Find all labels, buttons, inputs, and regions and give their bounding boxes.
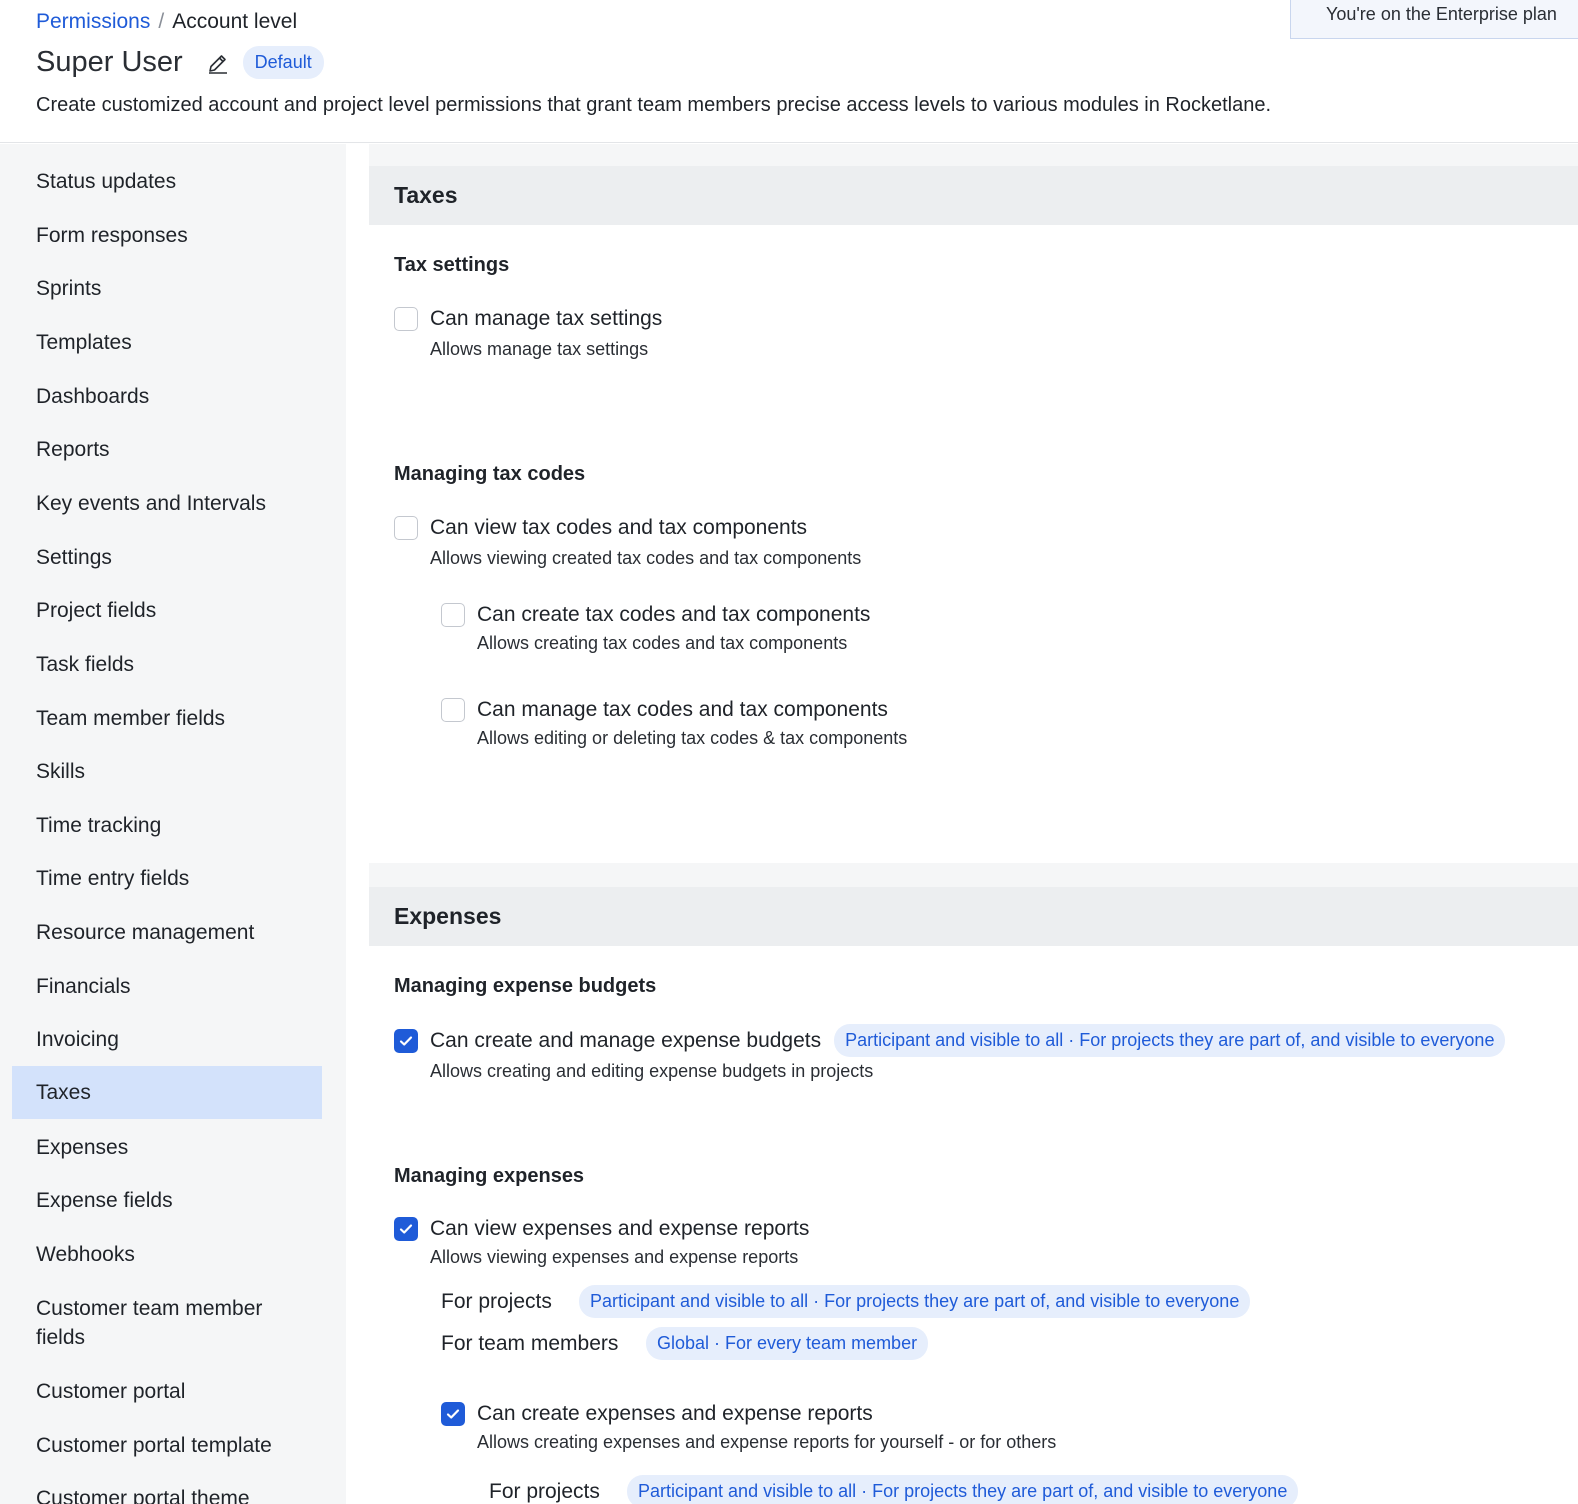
perm-manage-tax-settings: Can manage tax settings Allows manage ta… (394, 307, 662, 360)
sidebar-item-key-events[interactable]: Key events and Intervals (12, 489, 322, 518)
checkbox[interactable] (441, 698, 465, 722)
expenses-section: Expenses Managing expense budgets Can cr… (369, 887, 1578, 1504)
sidebar-item-task-fields[interactable]: Task fields (12, 650, 322, 679)
breadcrumb-current: Account level (172, 10, 298, 33)
scope-label: For team members (441, 1331, 619, 1355)
scope-label: For projects (441, 1289, 552, 1313)
sidebar-item-invoicing[interactable]: Invoicing (12, 1025, 322, 1054)
checkbox-checked[interactable] (394, 1028, 418, 1053)
checkbox[interactable] (441, 603, 465, 627)
perm-create-tax-codes: Can create tax codes and tax components … (441, 603, 870, 654)
sidebar-item-team-member-fields[interactable]: Team member fields (12, 704, 322, 733)
sidebar-item-taxes[interactable]: Taxes (12, 1066, 322, 1119)
sidebar-item-customer-portal-template[interactable]: Customer portal template (12, 1431, 322, 1460)
group-title-managing-expenses: Managing expenses (394, 1165, 585, 1187)
section-heading-expenses: Expenses (369, 887, 1578, 946)
sidebar-item-expense-fields[interactable]: Expense fields (12, 1186, 322, 1215)
perm-view-tax-codes: Can view tax codes and tax components Al… (394, 516, 861, 569)
breadcrumb: Permissions / Account level (36, 10, 297, 34)
perm-label: Can view expenses and expense reports (430, 1217, 810, 1240)
group-title-expense-budgets: Managing expense budgets (394, 975, 657, 997)
sidebar-item-reports[interactable]: Reports (12, 435, 322, 464)
checkbox[interactable] (394, 516, 418, 540)
perm-label: Can create tax codes and tax components (477, 603, 871, 626)
checkbox[interactable] (394, 307, 418, 331)
scope-pill[interactable]: Participant and visible to all · For pro… (627, 1475, 1299, 1504)
default-badge: Default (242, 46, 324, 79)
perm-label: Can create and manage expense budgets (430, 1028, 822, 1052)
perm-label: Can manage tax codes and tax components (477, 698, 888, 721)
sidebar-item-status-updates[interactable]: Status updates (12, 167, 322, 196)
perm-create-manage-expense-budgets: Can create and manage expense budgets Pa… (394, 1024, 1506, 1082)
sidebar-item-settings[interactable]: Settings (12, 543, 322, 572)
checkmark-icon (399, 1035, 413, 1046)
checkbox-checked[interactable] (441, 1402, 465, 1426)
perm-manage-tax-codes: Can manage tax codes and tax components … (441, 698, 907, 749)
scope-pill[interactable]: Global · For every team member (646, 1327, 929, 1360)
breadcrumb-permissions-link[interactable]: Permissions (36, 10, 150, 34)
sidebar-item-form-responses[interactable]: Form responses (12, 221, 322, 250)
sidebar-item-templates[interactable]: Templates (12, 328, 322, 357)
perm-description: Allows creating and editing expense budg… (430, 1061, 874, 1081)
title-row: Super User Default (36, 46, 324, 79)
scope-row-team-members: For team members Global · For every team… (441, 1327, 929, 1360)
perm-label: Can view tax codes and tax components (430, 516, 808, 539)
page-title: Super User (36, 46, 183, 78)
sidebar-item-time-tracking[interactable]: Time tracking (12, 811, 322, 840)
section-heading-taxes: Taxes (369, 166, 1578, 225)
pencil-icon[interactable] (205, 50, 231, 76)
sidebar-item-financials[interactable]: Financials (12, 972, 322, 1001)
sidebar-item-customer-portal[interactable]: Customer portal (12, 1377, 322, 1406)
sidebar-item-customer-portal-theme[interactable]: Customer portal theme (12, 1484, 322, 1504)
perm-description: Allows manage tax settings (430, 339, 649, 359)
checkbox-checked[interactable] (394, 1217, 418, 1241)
perm-create-expenses: Can create expenses and expense reports … (441, 1402, 1056, 1453)
sidebar: Status updates Form responses Sprints Te… (0, 144, 346, 1504)
checkmark-icon (446, 1409, 460, 1419)
perm-label: Can create expenses and expense reports (477, 1402, 873, 1425)
perm-view-expenses: Can view expenses and expense reports Al… (394, 1217, 809, 1268)
sidebar-item-resource-management[interactable]: Resource management (12, 918, 322, 947)
scope-pill[interactable]: Participant and visible to all · For pro… (834, 1024, 1506, 1057)
sidebar-item-expenses[interactable]: Expenses (12, 1133, 322, 1162)
perm-label: Can manage tax settings (430, 307, 663, 330)
sidebar-item-sprints[interactable]: Sprints (12, 274, 322, 303)
perm-description: Allows viewing expenses and expense repo… (430, 1247, 799, 1267)
scope-pill[interactable]: Participant and visible to all · For pro… (579, 1285, 1251, 1318)
checkmark-icon (399, 1224, 413, 1234)
sidebar-item-webhooks[interactable]: Webhooks (12, 1240, 322, 1269)
group-title-tax-codes: Managing tax codes (394, 463, 586, 485)
sidebar-item-project-fields[interactable]: Project fields (12, 596, 322, 625)
sidebar-item-time-entry-fields[interactable]: Time entry fields (12, 864, 322, 893)
taxes-section: Taxes Tax settings Can manage tax settin… (369, 166, 1578, 863)
plan-notice: You're on the Enterprise plan (1290, 0, 1578, 39)
perm-description: Allows creating tax codes and tax compon… (477, 633, 848, 653)
scope-label: For projects (489, 1479, 600, 1503)
page-description: Create customized account and project le… (36, 94, 1272, 116)
breadcrumb-separator: / (158, 10, 165, 33)
sidebar-item-skills[interactable]: Skills (12, 757, 322, 786)
perm-description: Allows creating expenses and expense rep… (477, 1432, 1057, 1452)
perm-description: Allows editing or deleting tax codes & t… (477, 728, 908, 748)
scope-row-projects-create: For projects Participant and visible to … (489, 1475, 1299, 1504)
sidebar-item-dashboards[interactable]: Dashboards (12, 382, 322, 411)
page-header: Permissions / Account level Super User D… (0, 0, 1578, 143)
group-title-tax-settings: Tax settings (394, 254, 510, 276)
sidebar-item-customer-team-member-fields[interactable]: Customer team member fields (12, 1294, 322, 1352)
scope-row-projects: For projects Participant and visible to … (441, 1285, 1251, 1318)
perm-description: Allows viewing created tax codes and tax… (430, 548, 862, 568)
